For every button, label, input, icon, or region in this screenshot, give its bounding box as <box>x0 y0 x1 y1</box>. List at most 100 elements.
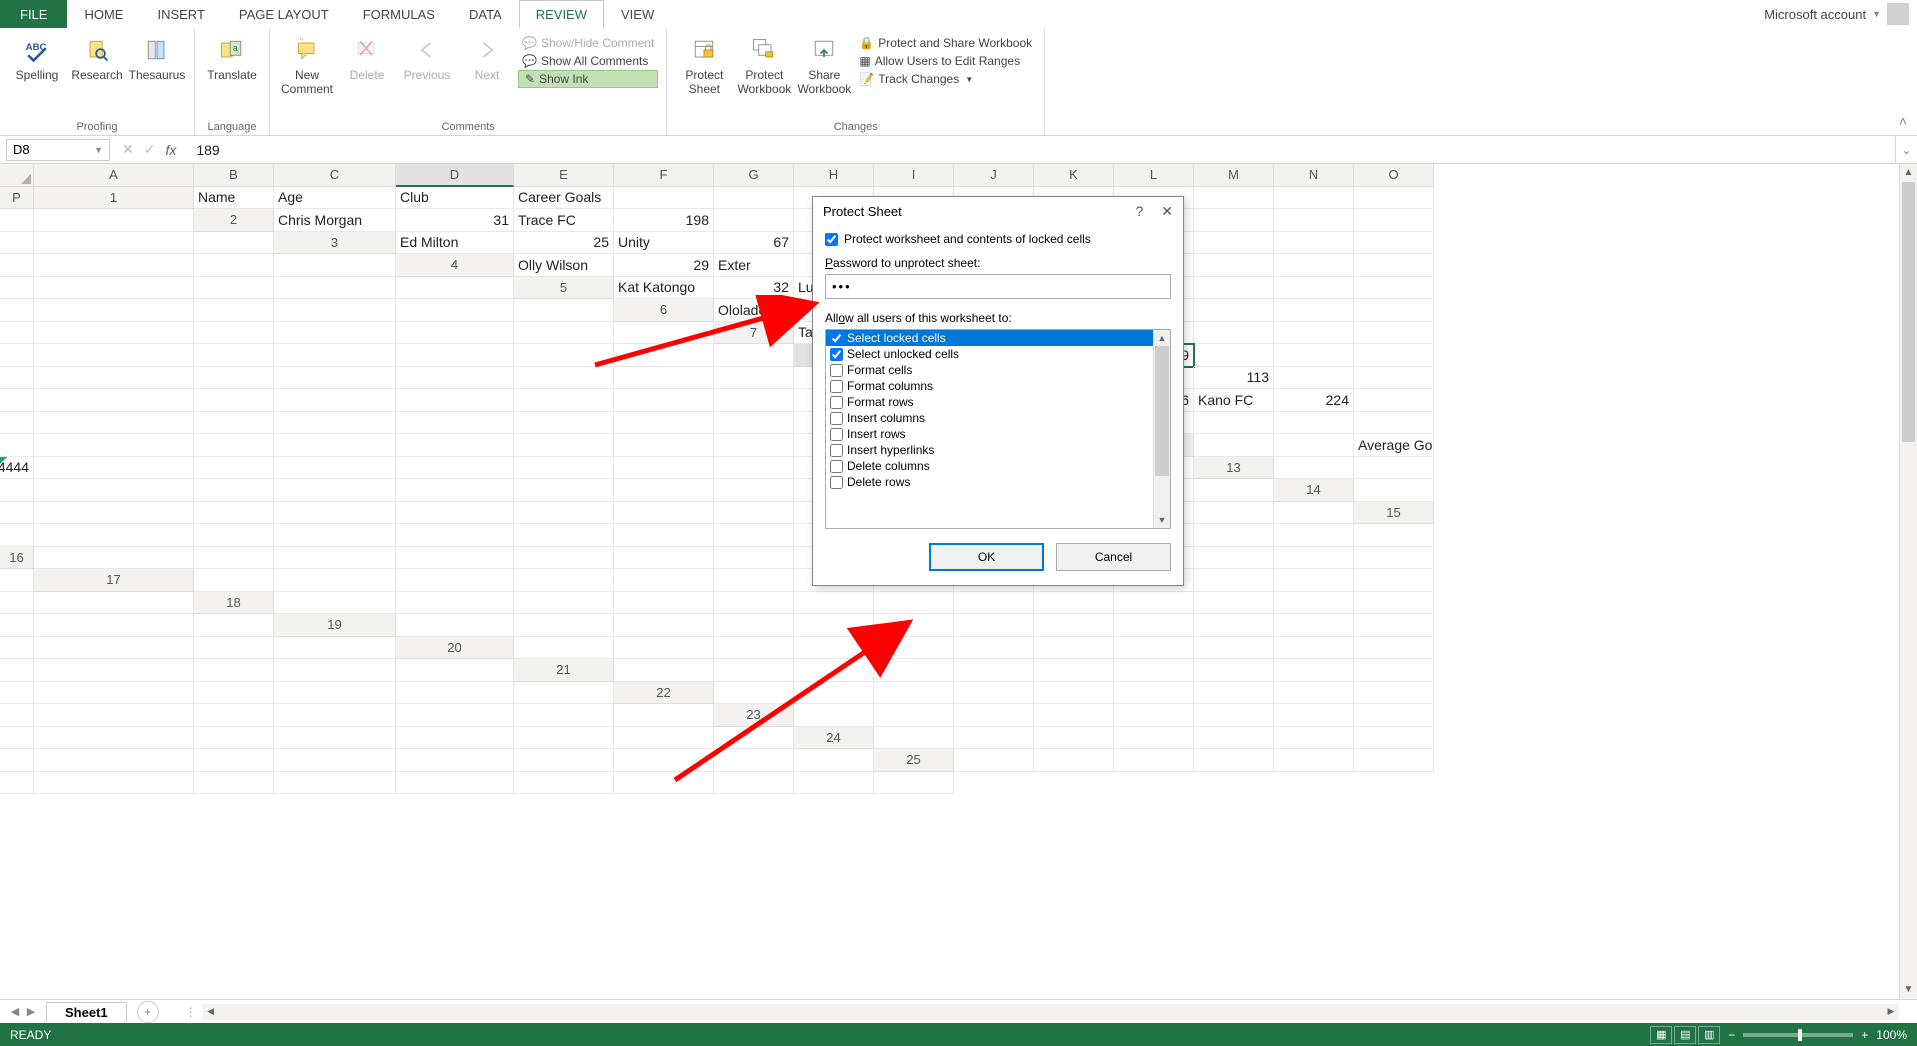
cell[interactable] <box>614 367 714 390</box>
cell[interactable] <box>1034 682 1114 705</box>
cell[interactable] <box>514 502 614 525</box>
cell[interactable] <box>34 457 194 480</box>
cell[interactable] <box>514 637 614 660</box>
row-header[interactable]: 3 <box>274 232 396 255</box>
cell[interactable] <box>274 749 396 772</box>
cell[interactable]: Club <box>396 187 514 210</box>
cell[interactable] <box>396 749 514 772</box>
track-changes-button[interactable]: 📝 Track Changes ▼ <box>855 70 1036 88</box>
cell[interactable] <box>614 547 714 570</box>
column-header[interactable]: C <box>274 164 396 187</box>
cell[interactable] <box>274 322 396 345</box>
cell[interactable] <box>614 704 714 727</box>
page-break-view-button[interactable]: ▥ <box>1698 1026 1720 1044</box>
cell[interactable] <box>514 322 614 345</box>
cancel-formula-icon[interactable]: ✕ <box>122 141 134 158</box>
cell[interactable] <box>1274 277 1354 300</box>
cell[interactable] <box>396 569 514 592</box>
cell[interactable] <box>1354 299 1434 322</box>
cell[interactable] <box>274 637 396 660</box>
fx-icon[interactable]: fx <box>165 142 176 158</box>
column-header[interactable]: F <box>614 164 714 187</box>
cell[interactable] <box>954 704 1034 727</box>
cell[interactable] <box>0 749 34 772</box>
cell[interactable] <box>396 412 514 435</box>
cell[interactable] <box>1274 614 1354 637</box>
row-header[interactable]: 20 <box>396 637 514 660</box>
enter-formula-icon[interactable]: ✓ <box>144 141 156 158</box>
cell[interactable] <box>1274 704 1354 727</box>
cell[interactable]: 113 <box>1194 367 1274 390</box>
cell[interactable] <box>1354 659 1434 682</box>
cell[interactable] <box>34 727 194 750</box>
cell[interactable] <box>0 322 34 345</box>
cell[interactable]: Name <box>194 187 274 210</box>
cell[interactable] <box>514 749 614 772</box>
cell[interactable] <box>0 479 34 502</box>
cell[interactable] <box>274 367 396 390</box>
checkbox[interactable] <box>830 332 843 345</box>
protect-contents-checkbox[interactable]: Protect worksheet and contents of locked… <box>825 232 1171 246</box>
protect-share-workbook-button[interactable]: 🔒 Protect and Share Workbook <box>855 34 1036 52</box>
select-all-corner[interactable] <box>0 164 34 187</box>
row-header[interactable]: 15 <box>1354 502 1434 525</box>
cell[interactable] <box>514 344 614 367</box>
password-input[interactable] <box>825 274 1171 299</box>
show-hide-comment-button[interactable]: 💬 Show/Hide Comment <box>518 34 658 52</box>
cell[interactable] <box>1274 569 1354 592</box>
cell[interactable] <box>34 704 194 727</box>
checkbox[interactable] <box>830 460 843 473</box>
cell[interactable] <box>1194 749 1274 772</box>
permission-item[interactable]: Format rows <box>826 394 1153 410</box>
cell[interactable] <box>0 412 34 435</box>
cell[interactable] <box>1354 209 1434 232</box>
permission-item[interactable]: Select locked cells <box>826 330 1153 346</box>
cell[interactable] <box>514 569 614 592</box>
column-header[interactable]: B <box>194 164 274 187</box>
page-layout-view-button[interactable]: ▤ <box>1674 1026 1696 1044</box>
cell[interactable] <box>274 547 396 570</box>
permission-item[interactable]: Format columns <box>826 378 1153 394</box>
cell[interactable] <box>194 614 274 637</box>
cell[interactable] <box>1194 187 1274 210</box>
cell[interactable] <box>0 367 34 390</box>
checkbox[interactable] <box>830 444 843 457</box>
cell[interactable] <box>514 524 614 547</box>
cell[interactable] <box>714 367 794 390</box>
cell[interactable] <box>396 479 514 502</box>
cell[interactable] <box>1354 187 1434 210</box>
cell[interactable] <box>614 592 714 615</box>
cell[interactable] <box>714 524 794 547</box>
thesaurus-button[interactable]: Thesaurus <box>128 32 186 84</box>
cell[interactable] <box>1354 637 1434 660</box>
cell[interactable] <box>1274 434 1354 457</box>
cell[interactable] <box>0 682 34 705</box>
cell[interactable] <box>34 367 194 390</box>
cell[interactable] <box>614 614 714 637</box>
normal-view-button[interactable]: ▦ <box>1650 1026 1672 1044</box>
cell[interactable] <box>396 299 514 322</box>
cell[interactable] <box>514 434 614 457</box>
cell[interactable] <box>714 614 794 637</box>
zoom-out-button[interactable]: − <box>1728 1028 1735 1042</box>
cell[interactable] <box>1274 502 1354 525</box>
cell[interactable] <box>1354 479 1434 502</box>
row-header[interactable]: 18 <box>194 592 274 615</box>
cell[interactable] <box>1194 277 1274 300</box>
cell[interactable] <box>0 209 34 232</box>
cell[interactable] <box>0 659 34 682</box>
cell[interactable] <box>794 659 874 682</box>
checkbox[interactable] <box>830 476 843 489</box>
column-header[interactable]: N <box>1274 164 1354 187</box>
cell[interactable] <box>194 569 274 592</box>
scrollbar-thumb[interactable] <box>1155 346 1169 476</box>
permission-item[interactable]: Insert columns <box>826 410 1153 426</box>
cell[interactable] <box>396 502 514 525</box>
allow-users-edit-button[interactable]: ▦ Allow Users to Edit Ranges <box>855 52 1036 70</box>
cell[interactable] <box>34 299 194 322</box>
cell[interactable] <box>34 389 194 412</box>
cell[interactable] <box>1034 659 1114 682</box>
next-comment-button[interactable]: Next <box>458 32 516 84</box>
cell[interactable] <box>1194 637 1274 660</box>
cell[interactable] <box>274 254 396 277</box>
